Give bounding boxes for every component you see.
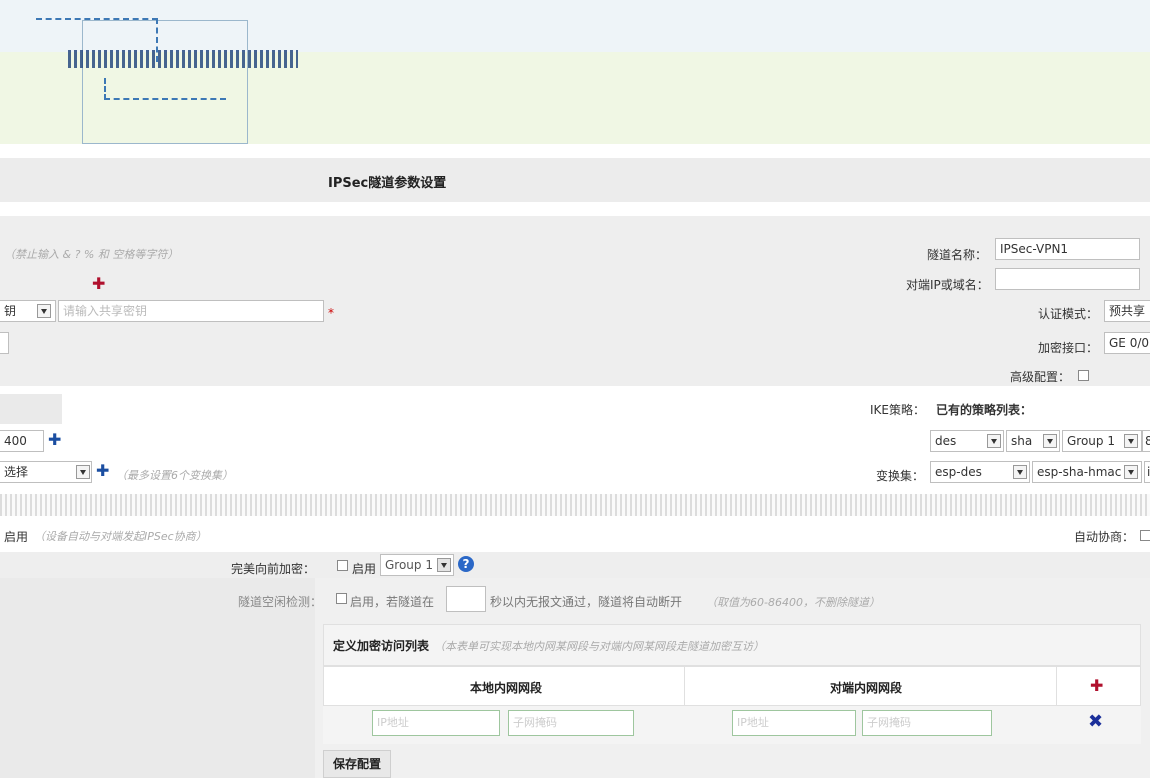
transform-label: 变换集： <box>876 469 925 483</box>
acl-col-local: 本地内网网段 <box>470 681 543 695</box>
transform-esp-dropdown-icon[interactable] <box>1013 465 1027 479</box>
auth-mode-select[interactable]: 预共享 <box>1104 300 1150 322</box>
acl-col-divider2 <box>1056 666 1057 706</box>
key-type-dropdown-icon[interactable] <box>37 304 51 318</box>
add-lifetime-icon[interactable]: ✚ <box>48 432 61 448</box>
acl-col-divider <box>684 666 685 706</box>
add-transform-icon[interactable]: ✚ <box>96 463 109 479</box>
local-ip-input[interactable]: IP地址 <box>372 710 500 736</box>
no-special-chars-hint: （禁止输入 & ? % 和 空格等字符） <box>4 248 179 261</box>
ike-encrypt-dropdown-icon[interactable] <box>987 434 1001 448</box>
garbled-band <box>0 494 1150 516</box>
encrypt-iface-label: 加密接口： <box>1038 341 1099 355</box>
add-peer-icon[interactable]: ✚ <box>92 276 105 292</box>
left-select-edge[interactable] <box>0 332 9 354</box>
acl-col-header <box>323 666 1141 706</box>
dpd-range-hint: （取值为60-86400，不删除隧道） <box>706 596 880 609</box>
header-logo-bar <box>68 50 298 68</box>
advanced-checkbox[interactable] <box>1078 370 1089 381</box>
max-transforms-hint: （最多设置6个变换集） <box>116 469 233 482</box>
dpd-enable-label: 启用，若隧道在 <box>350 595 435 609</box>
local-mask-input[interactable]: 子网掩码 <box>508 710 634 736</box>
peer-label: 对端IP或域名： <box>906 278 989 292</box>
peer-input[interactable] <box>995 268 1140 290</box>
transform-dropdown-icon[interactable] <box>76 465 90 479</box>
pfs-enable-label: 启用 <box>352 562 377 576</box>
acl-subtitle: （本表单可实现本地内网某网段与对端内网某网段走隧道加密互访） <box>434 640 764 653</box>
transform-extra-select[interactable]: i <box>1144 461 1150 483</box>
dpd-seconds-input[interactable] <box>446 586 486 612</box>
auto-negotiate-label: 自动协商： <box>1074 530 1135 544</box>
pfs-checkbox[interactable] <box>337 560 348 571</box>
remote-ip-input[interactable]: IP地址 <box>732 710 856 736</box>
auto-negotiate-hint: （设备自动与对端发起IPSec协商） <box>34 530 207 543</box>
encrypt-iface-select[interactable]: GE 0/0 <box>1104 332 1150 354</box>
dpd-label: 隧道空闲检测： <box>238 595 323 609</box>
dashed-box-bottom <box>104 78 226 100</box>
ike-hash-dropdown-icon[interactable] <box>1043 434 1057 448</box>
ike-policy-label: IKE策略： <box>870 403 925 417</box>
delete-acl-row-icon[interactable]: ✖ <box>1088 711 1103 732</box>
advanced-label: 高级配置： <box>1010 370 1071 384</box>
ike-row-bg <box>0 394 62 424</box>
shared-key-input[interactable]: 请输入共享密钥 <box>58 300 324 322</box>
pfs-row-bg <box>0 552 1150 578</box>
help-icon[interactable]: ? <box>458 556 474 572</box>
add-acl-row-icon[interactable]: ✚ <box>1090 678 1103 694</box>
lifetime-input[interactable]: 400 <box>0 430 44 452</box>
save-button[interactable]: 保存配置 <box>323 750 391 778</box>
title-band <box>0 158 1150 202</box>
tunnel-name-input[interactable]: IPSec-VPN1 <box>995 238 1140 260</box>
tunnel-name-label: 隧道名称： <box>927 248 988 262</box>
acl-title: 定义加密访问列表 <box>333 639 430 653</box>
ike-group-dropdown-icon[interactable] <box>1124 434 1138 448</box>
transform-hash-dropdown-icon[interactable] <box>1124 465 1138 479</box>
auto-negotiate-checkbox[interactable] <box>1140 530 1150 541</box>
ike-extra-select[interactable]: 8 <box>1142 430 1150 452</box>
acl-col-remote: 对端内网网段 <box>830 681 903 695</box>
enable-label: 启用 <box>4 530 29 544</box>
pfs-label: 完美向前加密： <box>231 562 316 576</box>
remote-mask-input[interactable]: 子网掩码 <box>862 710 992 736</box>
required-asterisk: * <box>328 306 334 320</box>
pfs-dropdown-icon[interactable] <box>437 558 451 572</box>
dpd-suffix: 秒以内无报文通过，隧道将自动断开 <box>490 595 683 609</box>
auth-mode-label: 认证模式： <box>1038 307 1099 321</box>
section-title: IPSec隧道参数设置 <box>328 176 447 191</box>
dpd-checkbox[interactable] <box>336 593 347 604</box>
existing-policies-label: 已有的策略列表： <box>936 403 1033 417</box>
